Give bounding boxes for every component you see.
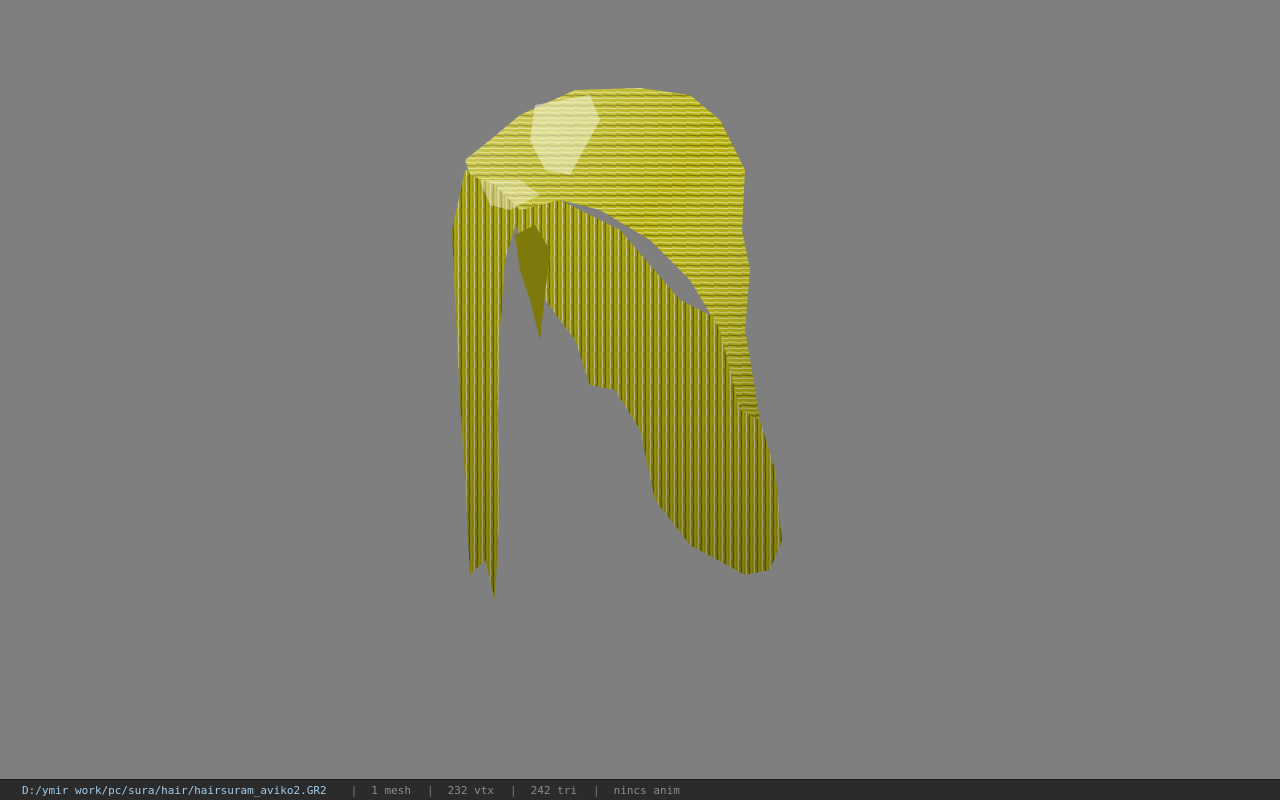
file-path-label: D:/ymir work/pc/sura/hair/hairsuram_avik…	[22, 783, 327, 797]
vertex-count-label: 232 vtx	[447, 783, 494, 797]
triangle-count-label: 242 tri	[530, 783, 577, 797]
separator: |	[510, 783, 517, 797]
separator: |	[592, 783, 600, 797]
mesh-count-label: 1 mesh	[371, 783, 412, 797]
animation-status-label: nincs anim	[613, 783, 680, 797]
hair-model-render[interactable]	[0, 0, 1280, 779]
3d-viewport[interactable]	[0, 0, 1280, 779]
status-bar: D:/ymir work/pc/sura/hair/hairsuram_avik…	[0, 779, 1280, 800]
separator: |	[427, 783, 434, 797]
hair-inner-strand	[515, 225, 550, 340]
hair-left-strand	[452, 170, 520, 600]
separator: |	[350, 783, 358, 797]
